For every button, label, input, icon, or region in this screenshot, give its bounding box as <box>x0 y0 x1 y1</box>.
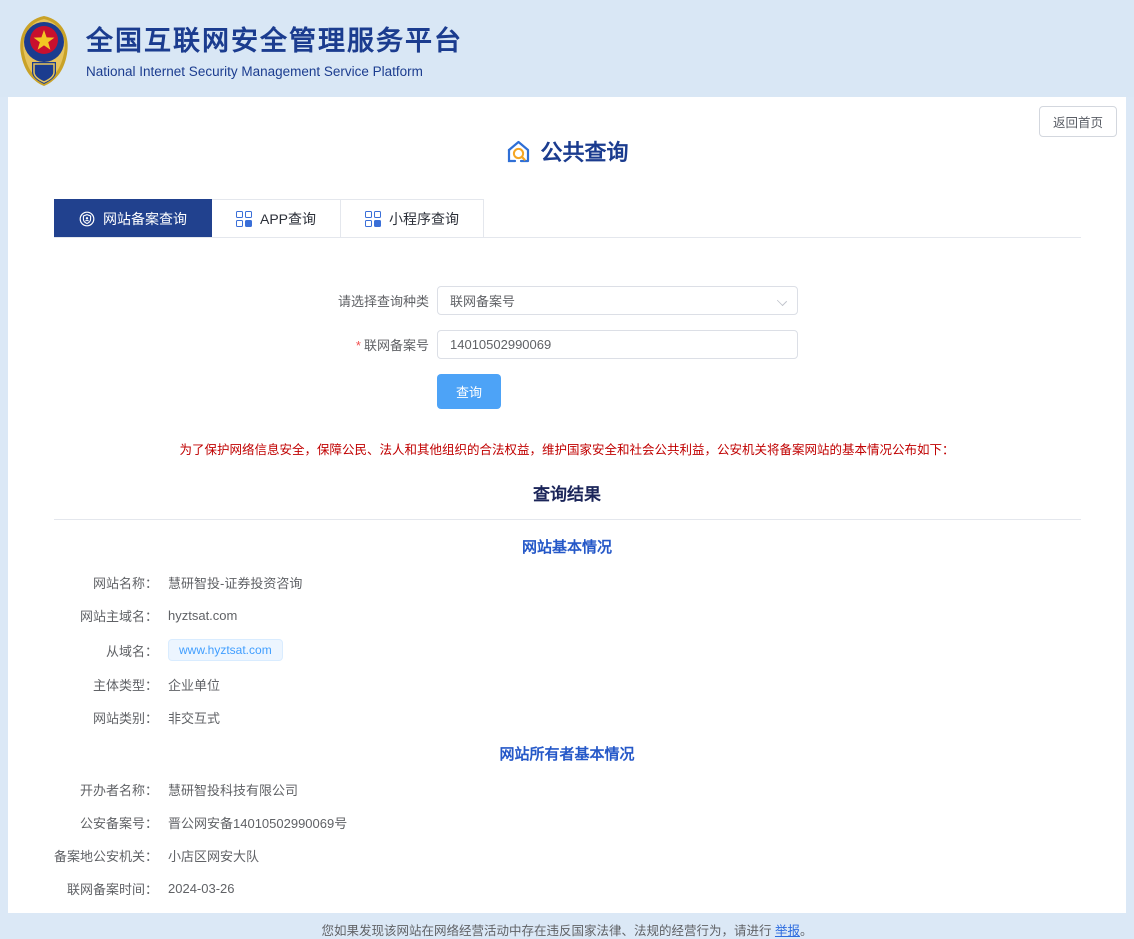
info-row-subject-type: 主体类型： 企业单位 <box>8 675 1126 694</box>
grid-icon <box>236 211 252 227</box>
grid-icon <box>365 211 381 227</box>
police-badge-icon <box>79 211 95 227</box>
record-number-field-wrap <box>437 330 798 359</box>
site-title: 全国互联网安全管理服务平台 <box>86 19 463 58</box>
sub-domain-tag[interactable]: www.hyztsat.com <box>168 639 283 661</box>
divider <box>54 519 1081 520</box>
tab-app-query[interactable]: APP查询 <box>212 199 341 237</box>
security-notice: 为了保护网络信息安全，保障公民、法人和其他组织的合法权益，维护国家安全和社会公共… <box>8 439 1126 458</box>
page-title-wrap: 公共查询 <box>8 97 1126 167</box>
query-submit-button[interactable]: 查询 <box>437 374 501 409</box>
record-number-input[interactable] <box>450 337 785 352</box>
info-row-police-record-number: 公安备案号： 晋公网安备14010502990069号 <box>8 813 1126 832</box>
info-row-operator-name: 开办者名称： 慧研智投科技有限公司 <box>8 780 1126 799</box>
tab-label: 小程序查询 <box>389 209 459 229</box>
info-row-record-authority: 备案地公安机关： 小店区网安大队 <box>8 846 1126 865</box>
site-header: 全国互联网安全管理服务平台 National Internet Security… <box>0 0 1134 97</box>
info-row-record-date: 联网备案时间： 2024-03-26 <box>8 879 1126 898</box>
site-info-rows: 网站名称： 慧研智投-证券投资咨询 网站主域名： hyztsat.com 从域名… <box>8 573 1126 727</box>
owner-info-rows: 开办者名称： 慧研智投科技有限公司 公安备案号： 晋公网安备1401050299… <box>8 780 1126 898</box>
query-type-row: 请选择查询种类 联网备案号 <box>289 286 1126 315</box>
footer-notice: 您如果发现该网站在网络经营活动中存在违反国家法律、法规的经营行为，请进行 举报。 <box>8 920 1126 939</box>
info-row-site-category: 网站类别： 非交互式 <box>8 708 1126 727</box>
page-title: 公共查询 <box>540 135 628 167</box>
info-row-main-domain: 网站主域名： hyztsat.com <box>8 606 1126 625</box>
tabs-strip: 网站备案查询 APP查询 小程序查询 <box>54 199 1081 238</box>
info-row-site-name: 网站名称： 慧研智投-证券投资咨询 <box>8 573 1126 592</box>
required-asterisk: * <box>356 338 361 353</box>
tab-website-record-query[interactable]: 网站备案查询 <box>54 199 212 237</box>
tab-miniprogram-query[interactable]: 小程序查询 <box>341 199 484 237</box>
report-link[interactable]: 举报 <box>775 924 800 938</box>
query-type-label: 请选择查询种类 <box>289 291 429 310</box>
result-title: 查询结果 <box>8 480 1126 505</box>
house-search-icon <box>505 138 532 165</box>
query-type-selected-value: 联网备案号 <box>450 291 515 310</box>
header-text: 全国互联网安全管理服务平台 National Internet Security… <box>86 19 463 79</box>
back-home-button[interactable]: 返回首页 <box>1039 106 1117 137</box>
tab-label: 网站备案查询 <box>103 209 187 229</box>
record-number-label: *联网备案号 <box>289 335 429 354</box>
main-panel: 返回首页 公共查询 网站备案查询 APP查询 <box>8 97 1126 913</box>
police-emblem-logo <box>12 10 76 88</box>
record-number-row: *联网备案号 <box>289 330 1126 359</box>
tab-label: APP查询 <box>260 209 316 229</box>
site-subtitle: National Internet Security Management Se… <box>86 64 463 79</box>
info-row-sub-domain: 从域名： www.hyztsat.com <box>8 639 1126 661</box>
site-section-heading: 网站基本情况 <box>8 536 1126 557</box>
query-form: 请选择查询种类 联网备案号 *联网备案号 查询 <box>8 286 1126 409</box>
owner-section-heading: 网站所有者基本情况 <box>8 743 1126 764</box>
query-type-select[interactable]: 联网备案号 <box>437 286 798 315</box>
chevron-down-icon <box>778 296 787 305</box>
